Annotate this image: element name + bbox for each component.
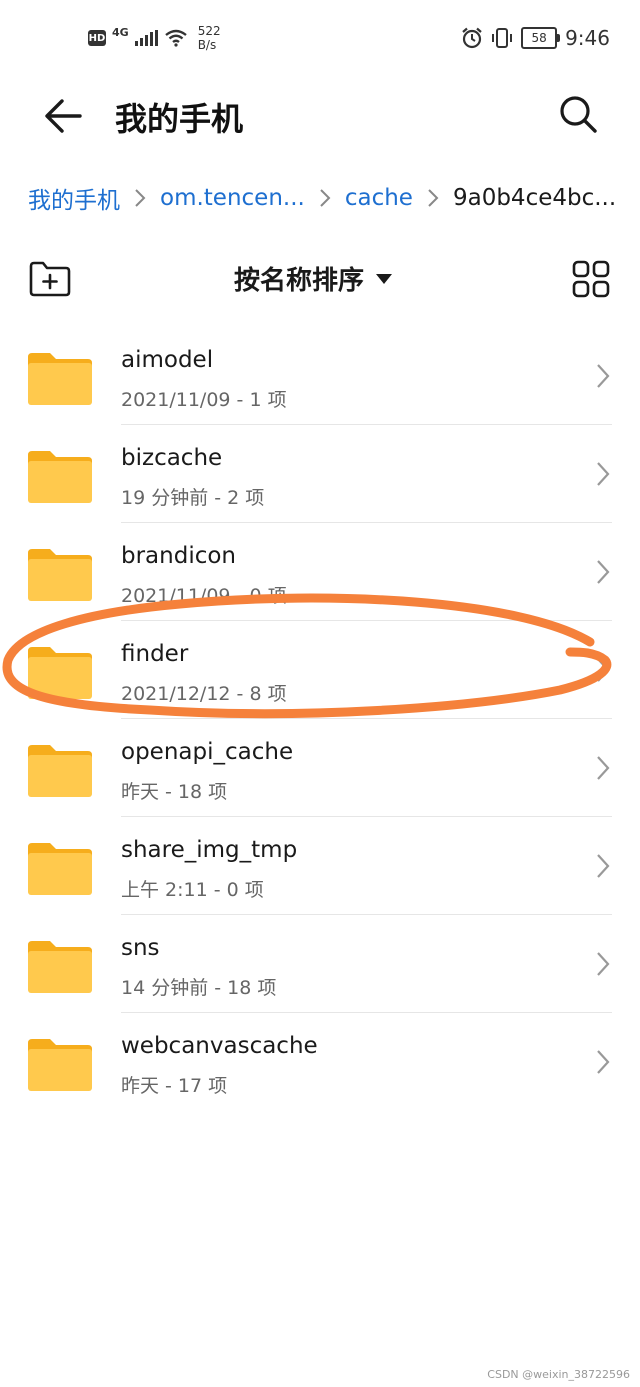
folder-meta: 昨天 - 18 项 <box>121 781 228 803</box>
sort-label: 按名称排序 <box>234 266 365 296</box>
page-title: 我的手机 <box>115 100 244 138</box>
wifi-icon <box>164 29 187 47</box>
folder-name: bizcache <box>121 445 223 471</box>
chevron-right-icon <box>428 189 439 207</box>
list-item[interactable]: share_img_tmp 上午 2:11 - 0 项 <box>0 817 640 915</box>
folder-icon <box>28 745 92 797</box>
chevron-right-icon <box>597 952 610 976</box>
chevron-right-icon <box>597 462 610 486</box>
status-left: HD 4G 522 B/s <box>88 24 221 52</box>
breadcrumb: 我的手机 om.tencen... cache 9a0b4ce4bc... <box>28 178 628 218</box>
folder-list: aimodel 2021/11/09 - 1 项 bizcache 19 分钟前… <box>0 327 640 1111</box>
new-folder-icon[interactable] <box>28 260 72 298</box>
grid-view-icon[interactable] <box>572 260 610 298</box>
list-item[interactable]: webcanvascache 昨天 - 17 项 <box>0 1013 640 1111</box>
chevron-right-icon <box>320 189 331 207</box>
folder-icon <box>28 843 92 895</box>
folder-meta: 19 分钟前 - 2 项 <box>121 487 265 509</box>
folder-meta: 昨天 - 17 项 <box>121 1075 228 1097</box>
folder-name: finder <box>121 641 189 667</box>
breadcrumb-package[interactable]: om.tencen... <box>160 185 305 211</box>
list-item[interactable]: sns 14 分钟前 - 18 项 <box>0 915 640 1013</box>
folder-icon <box>28 941 92 993</box>
folder-name: share_img_tmp <box>121 837 298 863</box>
sort-dropdown[interactable]: 按名称排序 <box>234 260 393 297</box>
status-right: 58 9:46 <box>461 26 610 50</box>
app-header: 我的手机 <box>0 80 640 160</box>
list-item[interactable]: bizcache 19 分钟前 - 2 项 <box>0 425 640 523</box>
folder-meta: 14 分钟前 - 18 项 <box>121 977 277 999</box>
folder-meta: 2021/11/09 - 0 项 <box>121 585 287 607</box>
list-item[interactable]: openapi_cache 昨天 - 18 项 <box>0 719 640 817</box>
chevron-right-icon <box>597 1050 610 1074</box>
list-item[interactable]: aimodel 2021/11/09 - 1 项 <box>0 327 640 425</box>
network-type: 4G <box>112 25 129 39</box>
list-item[interactable]: brandicon 2021/11/09 - 0 项 <box>0 523 640 621</box>
chevron-right-icon <box>135 189 146 207</box>
search-icon[interactable] <box>558 94 598 134</box>
caret-down-icon <box>376 273 393 284</box>
vibrate-icon <box>492 28 513 48</box>
folder-name: openapi_cache <box>121 739 294 765</box>
breadcrumb-current: 9a0b4ce4bc... <box>452 185 617 211</box>
folder-icon <box>28 1039 92 1091</box>
alarm-icon <box>462 27 482 49</box>
signal-icon <box>134 30 158 46</box>
folder-meta: 2021/11/09 - 1 项 <box>121 389 287 411</box>
watermark: CSDN @weixin_38722596 <box>487 1368 630 1381</box>
folder-icon <box>28 353 92 405</box>
chevron-right-icon <box>597 658 610 682</box>
list-item[interactable]: finder 2021/12/12 - 8 项 <box>0 621 640 719</box>
toolbar: 按名称排序 <box>0 250 640 310</box>
chevron-right-icon <box>597 756 610 780</box>
hd-icon: HD <box>88 30 106 46</box>
battery-icon: 58 <box>521 27 561 49</box>
chevron-right-icon <box>597 364 610 388</box>
folder-meta: 上午 2:11 - 0 项 <box>121 879 264 901</box>
folder-name: brandicon <box>121 543 237 569</box>
folder-name: sns <box>121 935 160 961</box>
folder-meta: 2021/12/12 - 8 项 <box>121 683 287 705</box>
speed-unit: B/s <box>197 38 217 52</box>
status-bar: HD 4G 522 B/s 58 9:46 <box>0 0 640 80</box>
folder-icon <box>28 647 92 699</box>
network-speed: 522 B/s <box>198 24 221 52</box>
breadcrumb-cache[interactable]: cache <box>345 185 413 211</box>
folder-name: webcanvascache <box>121 1033 318 1059</box>
chevron-right-icon <box>597 854 610 878</box>
chevron-right-icon <box>597 560 610 584</box>
arrow-left-icon[interactable] <box>40 94 90 138</box>
clock: 9:46 <box>565 26 610 50</box>
speed-value: 522 <box>197 24 221 38</box>
folder-icon <box>28 549 92 601</box>
folder-name: aimodel <box>121 347 214 373</box>
folder-icon <box>28 451 92 503</box>
breadcrumb-root[interactable]: 我的手机 <box>28 181 120 215</box>
